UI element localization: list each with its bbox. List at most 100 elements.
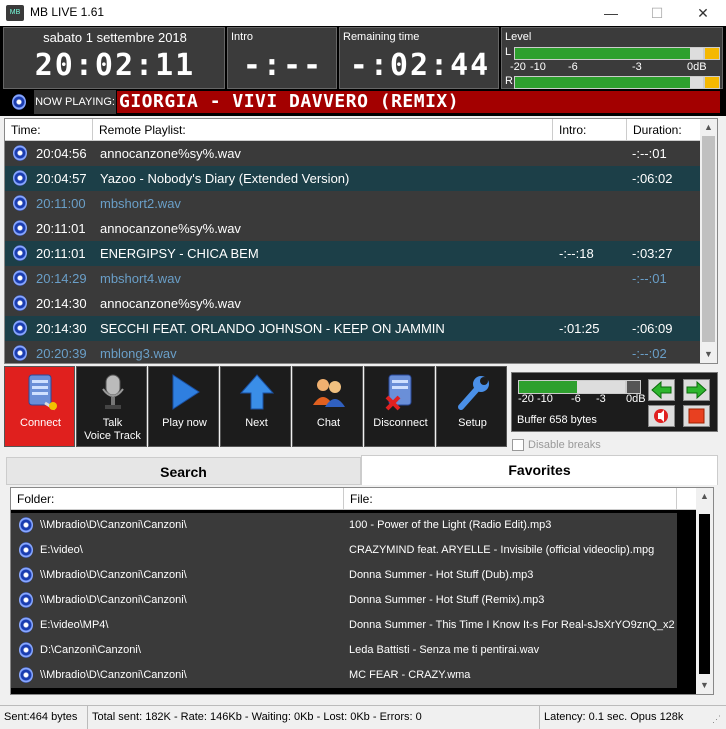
cd-icon	[19, 667, 33, 683]
scale-tick-label: 0dB	[626, 393, 646, 405]
table-row[interactable]: 20:14:29 mbshort4.wav -:--:01	[5, 266, 701, 291]
level-scale: -20 -10 -6 -3 0dB	[510, 61, 710, 74]
row-file: CRAZYMIND feat. ARYELLE - Invisibile (of…	[349, 544, 655, 556]
row-file: 100 - Power of the Light (Radio Edit).mp…	[349, 519, 552, 531]
scale-tick-label: -3	[632, 61, 642, 73]
users-chat-icon	[313, 379, 345, 407]
chat-button[interactable]: Chat	[292, 366, 363, 447]
row-time: 20:11:00	[36, 196, 86, 211]
row-title: annocanzone%sy%.wav	[100, 146, 241, 161]
disable-breaks-checkbox[interactable]	[512, 439, 524, 451]
col-file-header[interactable]: File:	[344, 488, 677, 510]
server-disconnect-icon	[385, 374, 412, 411]
table-row[interactable]: 20:11:00 mbshort2.wav	[5, 191, 701, 216]
col-duration-header[interactable]: Duration:	[627, 119, 701, 141]
favorites-scroll-down-icon[interactable]: ▼	[696, 677, 713, 694]
row-title: mbshort4.wav	[100, 271, 181, 286]
row-file: Donna Summer - This Time I Know It-s For…	[349, 619, 675, 631]
now-playing-title: GIORGIA - VIVI DAVVERO (REMIX)	[117, 91, 720, 113]
col-time-header[interactable]: Time:	[5, 119, 93, 141]
scale-tick-label: -6	[568, 61, 578, 73]
buffer-peak	[626, 380, 641, 394]
list-item[interactable]: E:\video\ CRAZYMIND feat. ARYELLE - Invis…	[11, 538, 677, 563]
back-arrow-button[interactable]	[648, 379, 675, 401]
row-folder: \\Mbradio\D\Canzoni\Canzoni\	[40, 569, 187, 581]
scale-tick-label: -20	[510, 61, 526, 73]
cd-icon	[19, 517, 33, 533]
clock-display: 20:02:11	[34, 48, 196, 83]
col-intro-header[interactable]: Intro:	[553, 119, 627, 141]
tab-search[interactable]: Search	[6, 457, 361, 485]
now-playing-bar: NOW PLAYING: GIORGIA - VIVI DAVVERO (REM…	[0, 90, 726, 116]
talk-label-line2: Voice Track	[84, 430, 141, 442]
speaker-mute-icon	[654, 409, 668, 423]
mute-button[interactable]	[648, 405, 675, 427]
row-time: 20:14:30	[36, 321, 87, 336]
status-sent: Sent:464 bytes	[0, 706, 88, 729]
setup-label: Setup	[458, 417, 487, 429]
row-duration: -:06:09	[632, 321, 673, 336]
close-button[interactable]: ✕	[680, 0, 726, 26]
play-now-button[interactable]: Play now	[148, 366, 219, 447]
playlist-scrollbar[interactable]: ▲ ▼	[700, 119, 717, 363]
level-label: Level	[505, 31, 532, 43]
level-meter-right-rest	[689, 77, 703, 88]
list-item[interactable]: \\Mbradio\D\Canzoni\Canzoni\ Donna Summer…	[11, 563, 677, 588]
table-row[interactable]: 20:20:39 mblong3.wav -:--:02	[5, 341, 701, 363]
arrow-up-icon	[239, 374, 275, 410]
resize-grip-icon[interactable]: ⋰	[712, 714, 721, 725]
minimize-button[interactable]: —	[588, 0, 634, 26]
arrow-left-icon	[651, 380, 672, 400]
table-row[interactable]: 20:04:56 annocanzone%sy%.wav -:--:01	[5, 141, 701, 166]
table-row[interactable]: 20:04:57 Yazoo - Nobody's Diary (Extended…	[5, 166, 701, 191]
row-folder: D:\Canzoni\Canzoni\	[40, 644, 141, 656]
cd-icon	[19, 617, 33, 633]
table-row[interactable]: 20:14:30 SECCHI FEAT. ORLANDO JOHNSON - K…	[5, 316, 701, 341]
scale-tick-label: -3	[596, 393, 606, 405]
next-button[interactable]: Next	[220, 366, 291, 447]
stop-button[interactable]	[683, 405, 710, 427]
buffer-meter-rest	[577, 381, 625, 393]
disable-breaks-label: Disable breaks	[528, 439, 601, 451]
setup-button[interactable]: Setup	[436, 366, 507, 447]
row-duration: -:06:02	[632, 171, 673, 186]
status-bar: Sent:464 bytes Total sent: 182K - Rate: …	[0, 705, 726, 729]
disconnect-button[interactable]: Disconnect	[364, 366, 435, 447]
buffer-meter	[518, 380, 626, 394]
table-row[interactable]: 20:14:30 annocanzone%sy%.wav	[5, 291, 701, 316]
next-label: Next	[245, 417, 268, 429]
favorites-scroll-thumb[interactable]	[699, 514, 710, 674]
title-bar[interactable]: MB MB LIVE 1.61 — ☐ ✕	[0, 0, 726, 26]
cd-icon	[13, 345, 27, 361]
col-folder-header[interactable]: Folder:	[11, 488, 344, 510]
clock-panel: sabato 1 settembre 2018 20:02:11	[3, 27, 225, 89]
row-time: 20:04:56	[36, 146, 87, 161]
scroll-down-icon[interactable]: ▼	[700, 346, 717, 363]
favorites-scrollbar[interactable]: ▲ ▼	[696, 488, 713, 694]
list-item[interactable]: \\Mbradio\D\Canzoni\Canzoni\ 100 - Power …	[11, 513, 677, 538]
list-item[interactable]: D:\Canzoni\Canzoni\ Leda Battisti - Senza…	[11, 638, 677, 663]
scroll-up-icon[interactable]: ▲	[700, 119, 717, 136]
remote-playlist[interactable]: Time: Remote Playlist: Intro: Duration: …	[4, 118, 718, 364]
forward-arrow-button[interactable]	[683, 379, 710, 401]
list-item[interactable]: \\Mbradio\D\Canzoni\Canzoni\ Donna Summer…	[11, 588, 677, 613]
row-title: Yazoo - Nobody's Diary (Extended Version…	[100, 171, 350, 186]
list-item[interactable]: \\Mbradio\D\Canzoni\Canzoni\ MC FEAR - CR…	[11, 663, 677, 688]
cd-icon	[13, 295, 27, 311]
connect-button[interactable]: Connect	[4, 366, 75, 447]
scroll-thumb[interactable]	[702, 136, 715, 342]
favorites-list[interactable]: Folder: File: \\Mbradio\D\Canzoni\Canzon…	[10, 487, 714, 695]
talk-button[interactable]: Talk Voice Track	[76, 366, 147, 447]
col-title-header[interactable]: Remote Playlist:	[93, 119, 553, 141]
stop-icon	[688, 408, 705, 424]
row-folder: \\Mbradio\D\Canzoni\Canzoni\	[40, 669, 187, 681]
table-row[interactable]: 20:11:01 ENERGIPSY - CHICA BEM -:--:18 -:03…	[5, 241, 701, 266]
list-item[interactable]: E:\video\MP4\ Donna Summer - This Time I …	[11, 613, 677, 638]
favorites-scroll-up-icon[interactable]: ▲	[696, 488, 713, 505]
tab-favorites[interactable]: Favorites	[361, 455, 718, 485]
server-connect-icon	[28, 374, 57, 411]
table-row[interactable]: 20:11:01 annocanzone%sy%.wav	[5, 216, 701, 241]
level-meter-left-rest	[689, 48, 703, 59]
maximize-button[interactable]: ☐	[634, 0, 680, 26]
row-time: 20:04:57	[36, 171, 87, 186]
